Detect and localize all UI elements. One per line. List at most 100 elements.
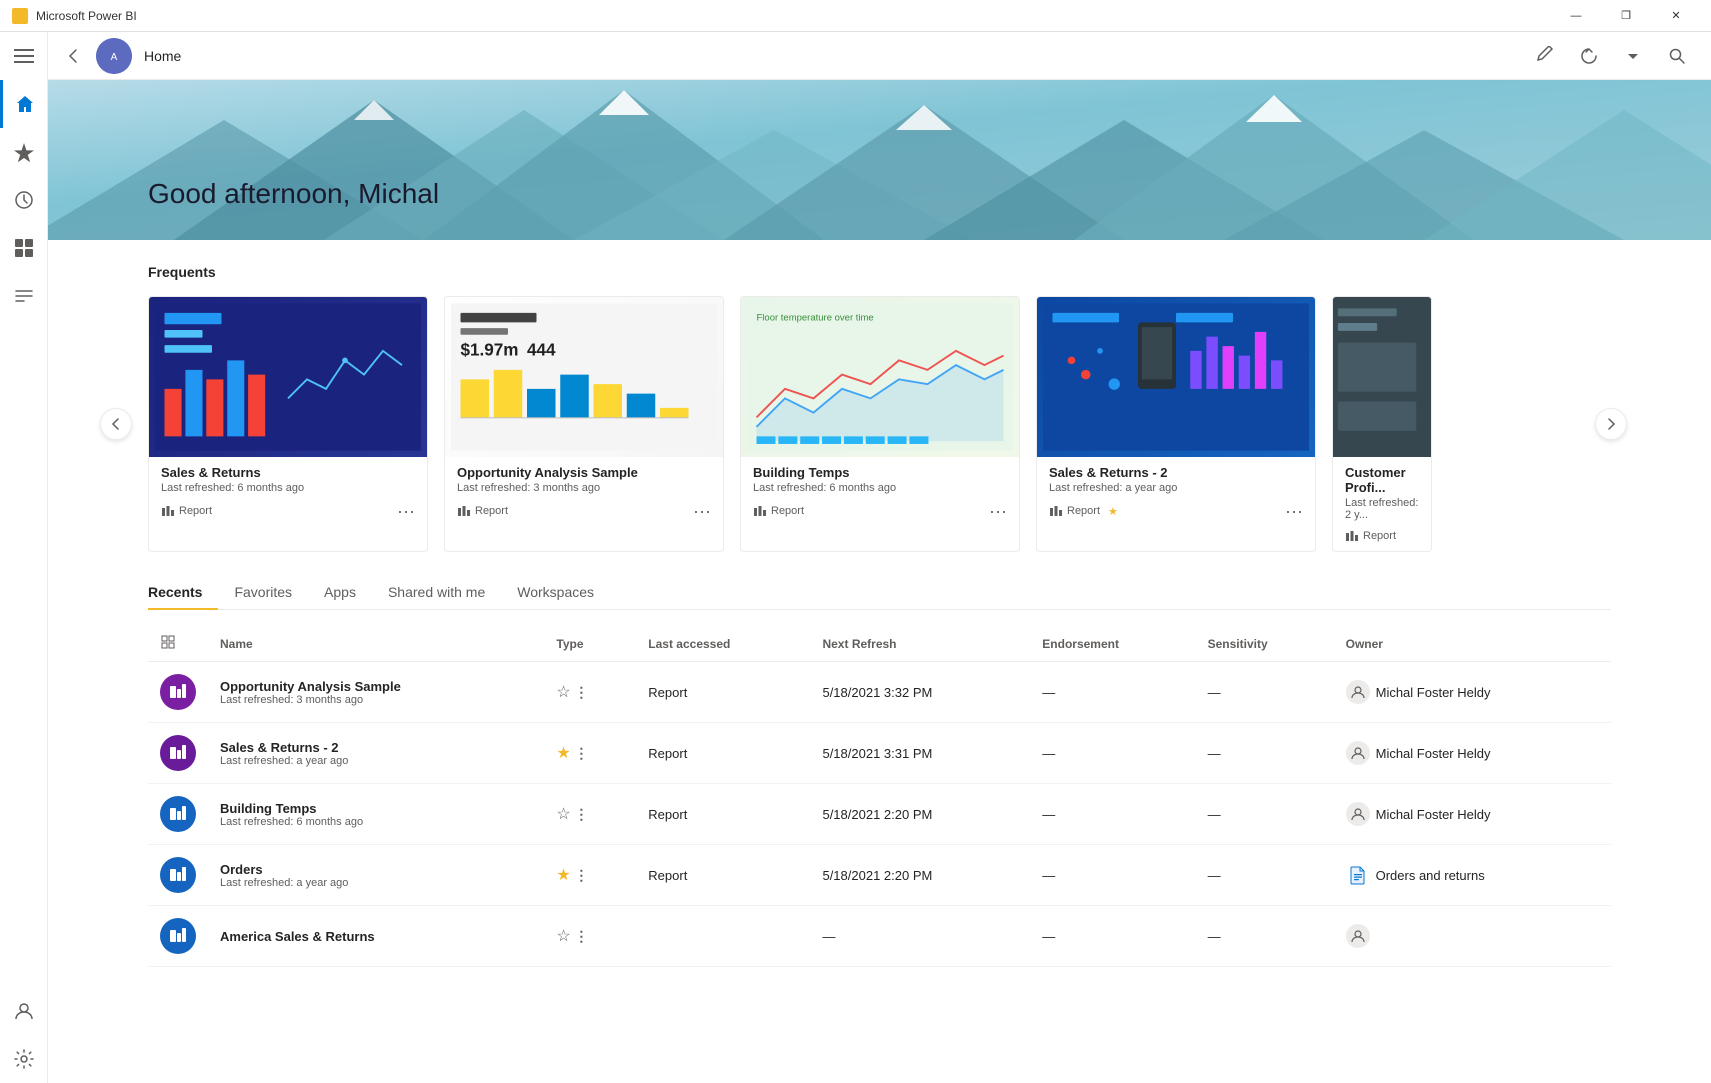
sidebar-item-apps[interactable] <box>0 224 48 272</box>
close-button[interactable]: ✕ <box>1653 0 1699 32</box>
row-star-3[interactable]: ★ <box>556 867 570 884</box>
frequent-card-3[interactable]: Sales & Returns - 2 Last refreshed: a ye… <box>1036 296 1316 552</box>
card-info-2: Building Temps Last refreshed: 6 months … <box>741 457 1019 498</box>
row-star-4[interactable]: ☆ <box>556 928 570 945</box>
frequent-card-2[interactable]: Floor temperature over time <box>740 296 1020 552</box>
tab-favorites[interactable]: Favorites <box>218 576 308 610</box>
row-menu-1[interactable]: ⋮ <box>574 745 588 761</box>
row-name-cell-0: Opportunity Analysis Sample Last refresh… <box>220 679 532 706</box>
card-footer-1: Report ··· <box>445 498 723 528</box>
row-menu-4[interactable]: ⋮ <box>574 928 588 944</box>
owner-cell-1: Michal Foster Heldy <box>1346 741 1599 765</box>
titlebar-title: Microsoft Power BI <box>36 9 1553 23</box>
card-menu-0[interactable]: ··· <box>397 502 415 520</box>
card-thumbnail-2: Floor temperature over time <box>741 297 1019 457</box>
tabs-section: Recents Favorites Apps Shared with me Wo… <box>48 552 1711 610</box>
app-icon <box>12 8 28 24</box>
sidebar-item-home[interactable] <box>0 80 48 128</box>
svg-text:444: 444 <box>527 341 556 360</box>
recents-table: Name Type Last accessed Next Refresh End… <box>148 626 1611 967</box>
nav-back[interactable] <box>64 46 84 66</box>
sidebar-item-workspaces[interactable] <box>0 272 48 320</box>
row-menu-2[interactable]: ⋮ <box>574 806 588 822</box>
hero-greeting: Good afternoon, Michal <box>148 178 439 210</box>
row-icon-2 <box>160 796 196 832</box>
tab-apps[interactable]: Apps <box>308 576 372 610</box>
edit-button[interactable] <box>1527 38 1563 74</box>
card-name-1: Opportunity Analysis Sample <box>457 465 711 480</box>
col-last-accessed: Last accessed <box>636 626 810 662</box>
row-star-1[interactable]: ★ <box>556 745 570 762</box>
card-type-1: Report <box>457 504 508 518</box>
card-thumbnail-1: $1.97m 444 <box>445 297 723 457</box>
tab-recents[interactable]: Recents <box>148 576 218 610</box>
titlebar: Microsoft Power BI — ❐ ✕ <box>0 0 1711 32</box>
carousel-next-button[interactable] <box>1595 408 1627 440</box>
card-info-3: Sales & Returns - 2 Last refreshed: a ye… <box>1037 457 1315 498</box>
card-refresh-1: Last refreshed: 3 months ago <box>457 482 711 494</box>
sidebar-item-settings[interactable] <box>0 1035 48 1083</box>
col-next-refresh: Next Refresh <box>810 626 1030 662</box>
tab-shared-with-me[interactable]: Shared with me <box>372 576 501 610</box>
row-name-cell-2: Building Temps Last refreshed: 6 months … <box>220 801 532 828</box>
sidebar-hamburger[interactable] <box>0 32 48 80</box>
page-title: Home <box>144 48 1515 64</box>
card-footer-2: Report ··· <box>741 498 1019 528</box>
search-button[interactable] <box>1659 38 1695 74</box>
row-icon-1 <box>160 735 196 771</box>
refresh-button[interactable] <box>1571 38 1607 74</box>
card-type-0: Report <box>161 504 212 518</box>
restore-button[interactable]: ❐ <box>1603 0 1649 32</box>
row-star-2[interactable]: ☆ <box>556 806 570 823</box>
card-refresh-3: Last refreshed: a year ago <box>1049 482 1303 494</box>
row-name-cell-4: America Sales & Returns <box>220 929 532 944</box>
frequent-card-4[interactable]: Customer Profi... Last refreshed: 2 y...… <box>1332 296 1432 552</box>
owner-avatar-2 <box>1346 802 1370 826</box>
tab-workspaces[interactable]: Workspaces <box>501 576 610 610</box>
main-tabs: Recents Favorites Apps Shared with me Wo… <box>148 576 1611 610</box>
table-body: Opportunity Analysis Sample Last refresh… <box>148 662 1611 967</box>
frequents-title: Frequents <box>148 264 1611 280</box>
card-menu-1[interactable]: ··· <box>693 502 711 520</box>
frequent-card-1[interactable]: $1.97m 444 <box>444 296 724 552</box>
card-info-0: Sales & Returns Last refreshed: 6 months… <box>149 457 427 498</box>
col-icon <box>148 626 208 662</box>
card-name-3: Sales & Returns - 2 <box>1049 465 1303 480</box>
row-icon-4 <box>160 918 196 954</box>
row-icon-3 <box>160 857 196 893</box>
carousel-prev-button[interactable] <box>100 408 132 440</box>
row-menu-3[interactable]: ⋮ <box>574 867 588 883</box>
refresh-dropdown[interactable] <box>1615 38 1651 74</box>
row-icon-0 <box>160 674 196 710</box>
card-refresh-4: Last refreshed: 2 y... <box>1345 497 1419 521</box>
svg-text:A: A <box>111 52 118 63</box>
table-row: Building Temps Last refreshed: 6 months … <box>148 784 1611 845</box>
card-thumbnail-0 <box>149 297 427 457</box>
card-footer-4: Report <box>1333 525 1431 551</box>
mountain-illustration <box>48 80 1711 240</box>
owner-cell-4 <box>1346 924 1599 948</box>
sidebar-item-favorites[interactable] <box>0 128 48 176</box>
card-name-2: Building Temps <box>753 465 1007 480</box>
sidebar-item-account[interactable] <box>0 987 48 1035</box>
card-menu-3[interactable]: ··· <box>1285 502 1303 520</box>
card-thumbnail-3 <box>1037 297 1315 457</box>
frequent-card-0[interactable]: Sales & Returns Last refreshed: 6 months… <box>148 296 428 552</box>
card-type-3: Report ★ <box>1049 504 1118 518</box>
minimize-button[interactable]: — <box>1553 0 1599 32</box>
file-icon <box>1346 863 1370 887</box>
frequents-carousel: Sales & Returns Last refreshed: 6 months… <box>148 296 1611 552</box>
row-menu-0[interactable]: ⋮ <box>574 684 588 700</box>
table-header: Name Type Last accessed Next Refresh End… <box>148 626 1611 662</box>
owner-avatar-4 <box>1346 924 1370 948</box>
card-menu-2[interactable]: ··· <box>989 502 1007 520</box>
col-endorsement: Endorsement <box>1030 626 1195 662</box>
card-footer-0: Report ··· <box>149 498 427 528</box>
card-info-4: Customer Profi... Last refreshed: 2 y... <box>1333 457 1431 525</box>
sidebar-item-recents[interactable] <box>0 176 48 224</box>
svg-text:$1.97m: $1.97m <box>461 341 519 360</box>
row-star-0[interactable]: ☆ <box>556 684 570 701</box>
topbar-actions <box>1527 38 1695 74</box>
owner-cell-2: Michal Foster Heldy <box>1346 802 1599 826</box>
col-name: Name <box>208 626 544 662</box>
